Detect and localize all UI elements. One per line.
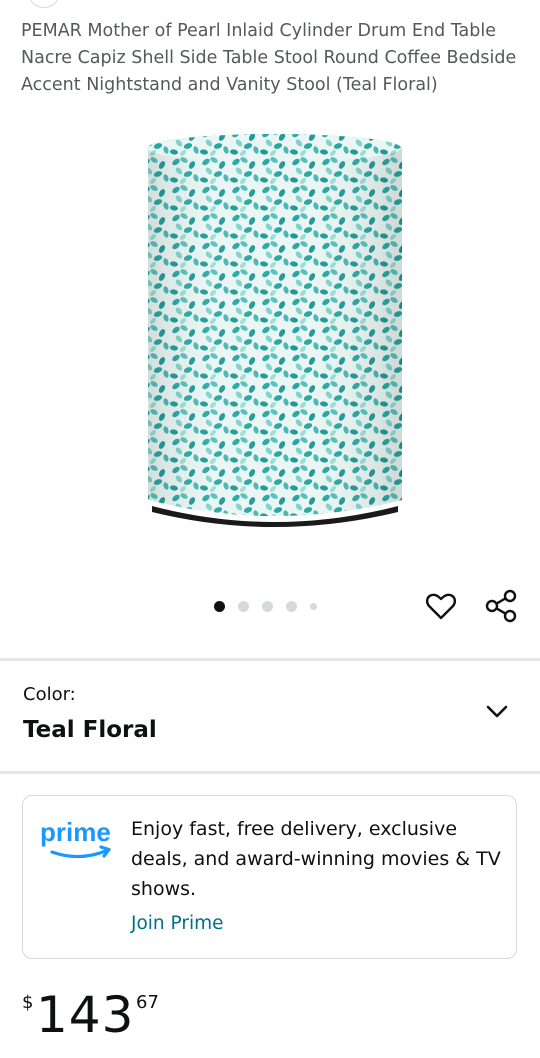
carousel-dot[interactable] [262,600,273,612]
carousel-dot[interactable] [214,600,225,612]
price-fraction: 67 [136,992,159,1013]
prime-promo-card: prime Enjoy fast, free delivery, exclusi… [22,795,517,959]
share-icon[interactable] [483,588,519,624]
divider [0,658,540,661]
color-label: Color: [23,684,76,705]
color-selector[interactable]: Color: Teal Floral [0,662,540,772]
carousel-dot[interactable] [310,602,317,610]
product-title: PEMAR Mother of Pearl Inlaid Cylinder Dr… [21,21,517,95]
prime-logo-text: prime [40,817,111,847]
image-carousel-dots[interactable] [214,598,330,614]
price-currency-symbol: $ [22,992,34,1013]
teal-floral-drum-table-image[interactable] [140,128,408,540]
chevron-down-icon[interactable] [484,698,510,724]
carousel-dot[interactable] [286,600,297,612]
heart-outline-icon[interactable] [424,589,458,623]
join-prime-link[interactable]: Join Prime [131,913,224,934]
carousel-dot[interactable] [238,600,249,612]
prime-logo-icon: prime [40,817,111,859]
rating-stars[interactable] [390,0,520,4]
selected-color-value: Teal Floral [23,717,157,743]
seller-avatar [28,0,60,8]
divider [0,771,540,774]
prime-message: Enjoy fast, free delivery, exclusive dea… [131,818,501,900]
price-whole: 143 [36,986,135,1044]
